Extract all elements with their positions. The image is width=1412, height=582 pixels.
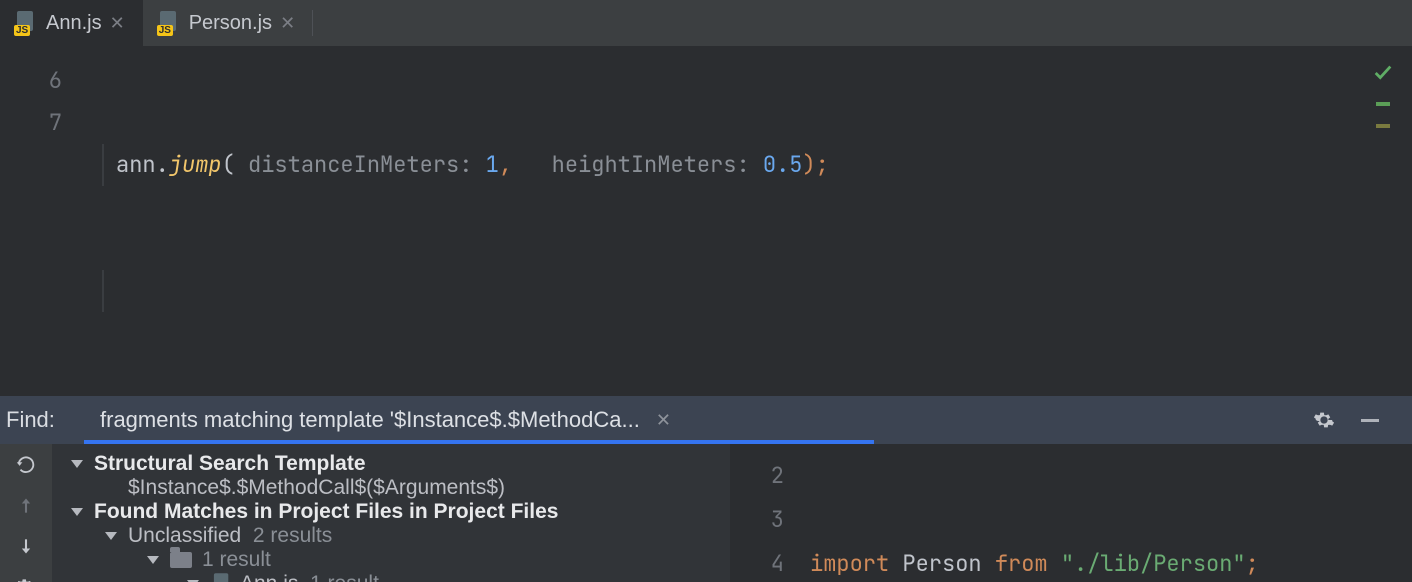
tree-row-template-text[interactable]: $Instance$.$MethodCall$($Arguments$) [52,476,730,500]
template-text: $Instance$.$MethodCall$($Arguments$) [100,476,505,500]
editor-pane[interactable]: 6 7 ann.jump( distanceInMeters: 1, heigh… [0,46,1412,396]
next-icon[interactable] [12,536,40,556]
editor-error-stripe [1368,62,1398,128]
close-icon[interactable]: ✕ [656,410,671,431]
find-side-toolbar: ›› [0,444,52,582]
settings-icon[interactable] [12,576,40,582]
token-ident: Person [902,549,981,578]
token-keyword: from [995,549,1048,578]
editor-code[interactable]: ann.jump( distanceInMeters: 1, heightInM… [80,46,829,396]
find-query-tab[interactable]: fragments matching template '$Instance$.… [84,396,874,444]
tree-row-file[interactable]: Ann.js 1 result [52,572,730,582]
code-line[interactable]: import Person from "./lib/Person"; [810,542,1298,582]
line-number: 2 [730,454,784,498]
find-label: Find: [0,407,84,433]
token-punc: ( [222,150,235,179]
js-file-icon [14,11,38,35]
js-file-icon [211,573,233,582]
chevron-down-icon[interactable] [142,549,164,571]
tab-label: Ann.js [46,12,102,35]
find-tree[interactable]: Structural Search Template $Instance$.$M… [52,444,730,582]
find-results: ›› Structural Search Template $Instance$… [0,444,1412,582]
editor-tabs: Ann.js ✕ Person.js ✕ [0,0,1412,46]
token-method: jump [169,150,222,179]
stripe-marker[interactable] [1376,102,1390,106]
tab-ann[interactable]: Ann.js ✕ [0,0,143,46]
line-number: 3 [730,498,784,542]
chevron-down-icon[interactable] [66,453,88,475]
gear-icon[interactable] [1312,408,1336,432]
token-punc: . [156,150,169,179]
group-name: Unclassified [128,524,241,548]
line-number: 6 [0,60,62,102]
close-icon[interactable]: ✕ [110,13,125,34]
chevron-down-icon[interactable] [100,525,122,547]
code-line[interactable] [80,270,829,312]
token-number: 0.5 [763,150,803,179]
line-number: 4 [730,542,784,582]
result-count: 1 result [202,548,271,572]
file-name: Ann.js [240,572,298,582]
prev-icon[interactable] [12,496,40,516]
token-keyword: import [810,549,889,578]
find-query-text: fragments matching template '$Instance$.… [100,407,640,433]
result-count: 2 results [253,524,332,548]
preview-code[interactable]: import Person from "./lib/Person"; let a… [800,444,1298,582]
rerun-icon[interactable] [12,454,40,476]
close-icon[interactable]: ✕ [280,13,295,34]
minimize-icon[interactable] [1358,408,1382,432]
token-string: "./lib/Person" [1061,549,1246,578]
editor-gutter: 6 7 [0,46,80,396]
tab-person[interactable]: Person.js ✕ [143,0,313,46]
line-number: 7 [0,102,62,144]
chevron-down-icon[interactable] [182,573,204,582]
tree-row-template-heading[interactable]: Structural Search Template [52,452,730,476]
code-line[interactable]: ann.jump( distanceInMeters: 1, heightInM… [80,144,829,186]
tree-row-matches-heading[interactable]: Found Matches in Project Files in Projec… [52,500,730,524]
find-tool-header: Find: fragments matching template '$Inst… [0,396,1412,444]
folder-icon [170,552,192,568]
js-file-icon [157,11,181,35]
tree-heading: Found Matches in Project Files in Projec… [94,500,558,524]
tree-heading: Structural Search Template [94,452,366,476]
tree-row-group[interactable]: Unclassified 2 results [52,524,730,548]
find-preview[interactable]: 2 3 4 5 6 7 import Person from "./lib/Pe… [730,444,1412,582]
stripe-marker[interactable] [1376,124,1390,128]
token-ident: ann [116,150,156,179]
tab-label: Person.js [189,12,272,35]
param-hint: distanceInMeters: [248,150,472,179]
chevron-down-icon[interactable] [66,501,88,523]
preview-gutter: 2 3 4 5 6 7 [730,444,800,582]
tree-row-folder[interactable]: 1 result [52,548,730,572]
param-hint: heightInMeters: [552,150,750,179]
inspection-ok-icon[interactable] [1372,62,1394,84]
token-punc: ; [1246,549,1259,578]
token-punc: ); [802,150,828,179]
token-punc: , [499,150,512,179]
token-number: 1 [486,150,499,179]
result-count: 1 result [310,572,379,582]
